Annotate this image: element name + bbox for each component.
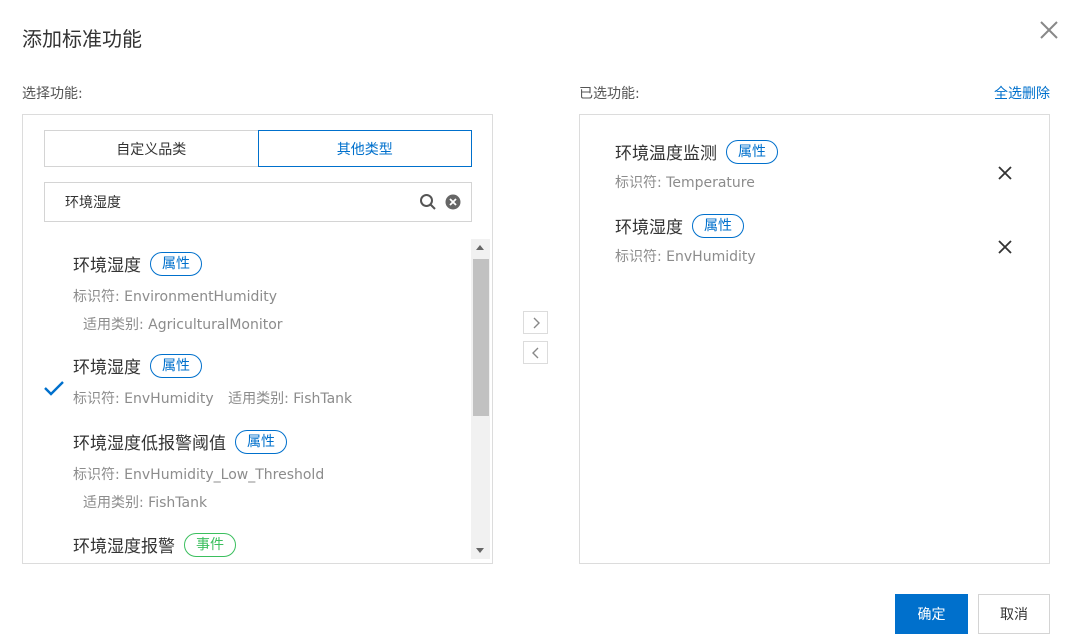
selected-item: 环境湿度 属性 标识符: EnvHumidity xyxy=(615,213,756,266)
scroll-thumb[interactable] xyxy=(473,259,489,416)
property-tag: 属性 xyxy=(692,213,744,238)
confirm-button[interactable]: 确定 xyxy=(895,594,968,634)
tab-custom-category[interactable]: 自定义品类 xyxy=(44,130,259,167)
check-icon xyxy=(44,381,64,396)
item-category: 适用类别: FishTank xyxy=(83,495,208,511)
scroll-down-arrow-icon[interactable] xyxy=(476,548,484,553)
item-identifier: 标识符: Temperature xyxy=(615,175,755,191)
selected-function-label: 已选功能: xyxy=(579,86,640,102)
item-category: 适用类别: AgriculturalMonitor xyxy=(83,317,283,333)
property-tag: 属性 xyxy=(235,429,287,454)
remove-icon[interactable] xyxy=(996,238,1014,256)
search-icon[interactable] xyxy=(419,193,437,211)
item-name: 环境湿度 xyxy=(615,218,683,238)
item-identifier: 标识符: EnvHumidity xyxy=(615,249,756,265)
clear-icon[interactable] xyxy=(445,194,461,210)
selected-item: 环境温度监测 属性 标识符: Temperature xyxy=(615,139,778,192)
item-name: 环境湿度低报警阈值 xyxy=(73,434,226,454)
select-function-label: 选择功能: xyxy=(22,86,83,102)
list-item[interactable]: 环境湿度报警 事件 xyxy=(73,532,236,557)
chevron-right-icon xyxy=(533,317,540,328)
move-left-button[interactable] xyxy=(523,341,548,364)
close-icon[interactable] xyxy=(1036,17,1062,43)
function-picker-panel: 自定义品类 其他类型 环境湿度 属性 标识符: EnvironmentHumid… xyxy=(22,114,493,564)
search-input[interactable] xyxy=(45,183,419,221)
item-name: 环境温度监测 xyxy=(615,144,717,164)
event-tag: 事件 xyxy=(184,532,236,557)
list-item[interactable]: 环境湿度低报警阈值 属性 标识符: EnvHumidity_Low_Thresh… xyxy=(73,429,324,512)
chevron-left-icon xyxy=(531,347,538,358)
remove-icon[interactable] xyxy=(996,164,1014,182)
item-name: 环境湿度报警 xyxy=(73,537,175,557)
list-item[interactable]: 环境湿度 属性 标识符: EnvHumidity 适用类别: FishTank xyxy=(73,353,352,408)
list-scrollbar[interactable] xyxy=(471,239,490,559)
list-item[interactable]: 环境湿度 属性 标识符: EnvironmentHumidity 适用类别: A… xyxy=(73,251,283,334)
selected-functions-panel: 环境温度监测 属性 标识符: Temperature 环境湿度 属性 标识符: … xyxy=(579,114,1050,564)
item-name: 环境湿度 xyxy=(73,358,141,378)
cancel-button[interactable]: 取消 xyxy=(978,594,1050,634)
item-identifier: 标识符: EnvHumidity_Low_Threshold xyxy=(73,467,325,483)
property-tag: 属性 xyxy=(726,139,778,164)
move-right-button[interactable] xyxy=(523,311,548,334)
item-identifier: 标识符: EnvHumidity xyxy=(73,391,214,407)
item-identifier: 标识符: EnvironmentHumidity xyxy=(73,289,278,305)
dialog-title: 添加标准功能 xyxy=(22,27,142,51)
search-box xyxy=(44,182,472,222)
scroll-up-arrow-icon[interactable] xyxy=(476,245,484,250)
function-list: 环境湿度 属性 标识符: EnvironmentHumidity 适用类别: A… xyxy=(23,239,471,559)
select-all-delete-link[interactable]: 全选删除 xyxy=(994,83,1050,103)
item-name: 环境湿度 xyxy=(73,256,141,276)
property-tag: 属性 xyxy=(150,251,202,276)
property-tag: 属性 xyxy=(150,353,202,378)
item-category: 适用类别: FishTank xyxy=(228,391,353,407)
category-tabs: 自定义品类 其他类型 xyxy=(44,130,472,167)
tab-other-types[interactable]: 其他类型 xyxy=(257,130,472,167)
